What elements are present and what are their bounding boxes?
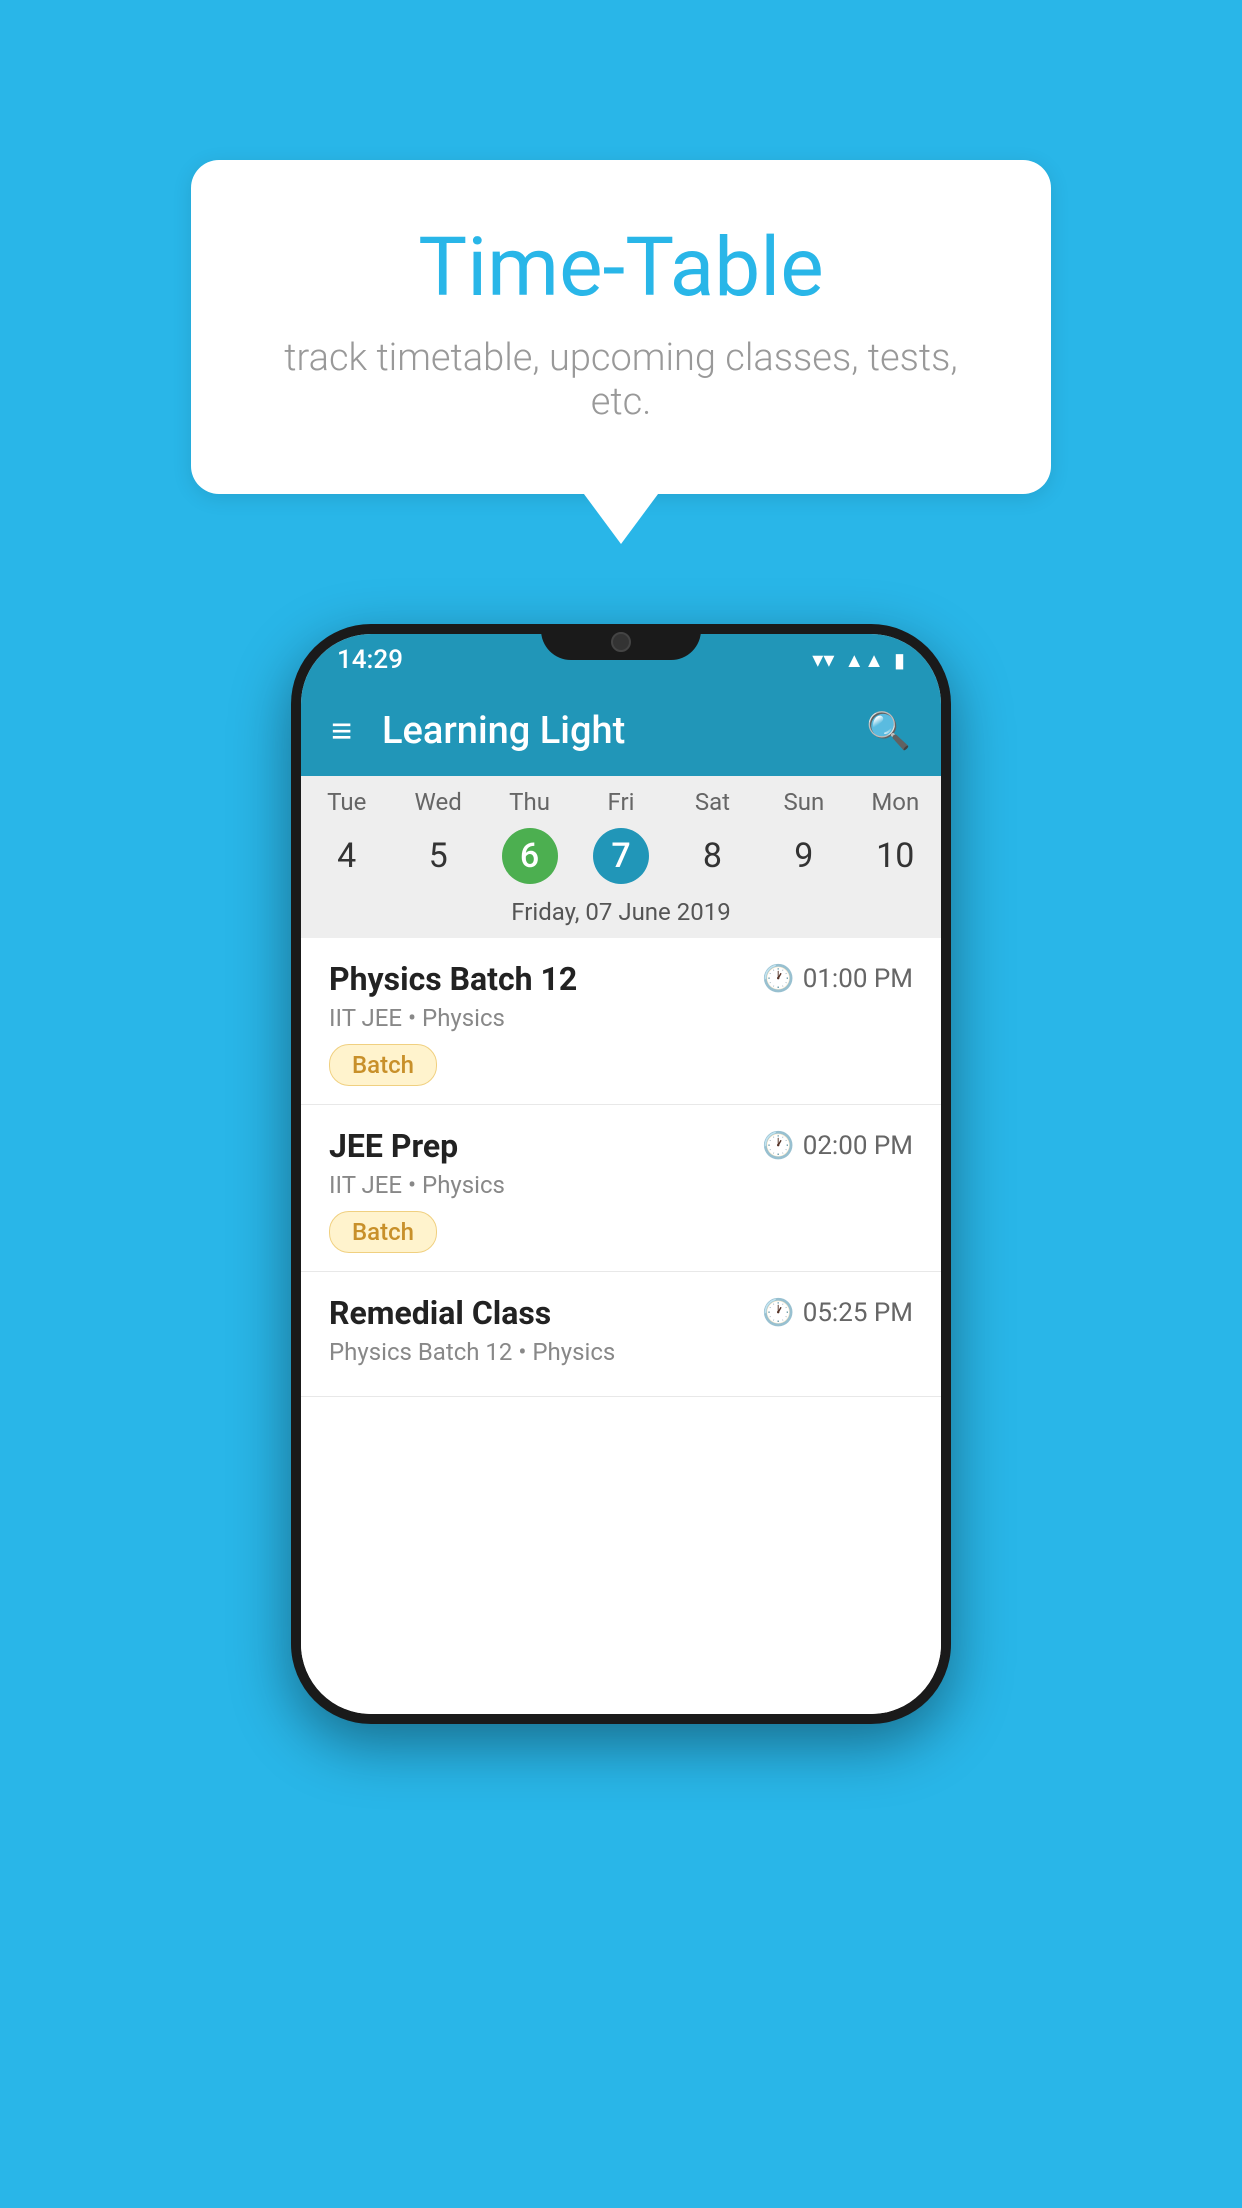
battery-icon: ▮ <box>894 648 905 672</box>
day-header-thu: Thu <box>484 788 575 816</box>
day-7[interactable]: 7 <box>575 822 666 890</box>
schedule-item-1-time-value: 01:00 PM <box>803 964 913 994</box>
bubble-title: Time-Table <box>271 220 971 316</box>
clock-icon-1: 🕐 <box>762 964 794 994</box>
app-bar: ≡ Learning Light 🔍 <box>301 686 941 776</box>
schedule-item-3-time: 🕐 05:25 PM <box>762 1298 913 1328</box>
day-4[interactable]: 4 <box>301 830 392 882</box>
day-header-mon: Mon <box>850 788 941 816</box>
wifi-icon: ▾▾ <box>812 648 834 673</box>
schedule-item-2-time: 🕐 02:00 PM <box>762 1131 913 1161</box>
schedule-item-remedial[interactable]: Remedial Class 🕐 05:25 PM Physics Batch … <box>301 1272 941 1397</box>
schedule-item-1-subtitle: IIT JEE • Physics <box>329 1004 913 1032</box>
phone-frame: 14:29 ▾▾ ▲▲ ▮ ≡ Learning Light 🔍 Tue Wed… <box>291 624 951 1724</box>
clock-icon-3: 🕐 <box>762 1298 794 1328</box>
phone-screen: 14:29 ▾▾ ▲▲ ▮ ≡ Learning Light 🔍 Tue Wed… <box>301 634 941 1714</box>
clock-icon-2: 🕐 <box>762 1131 794 1161</box>
bubble-subtitle: track timetable, upcoming classes, tests… <box>271 336 971 424</box>
today-circle[interactable]: 6 <box>502 828 558 884</box>
phone-notch <box>541 624 701 660</box>
schedule-item-1-title: Physics Batch 12 <box>329 960 577 998</box>
day-header-tue: Tue <box>301 788 392 816</box>
schedule-item-physics-batch-12[interactable]: Physics Batch 12 🕐 01:00 PM IIT JEE • Ph… <box>301 938 941 1105</box>
day-6[interactable]: 6 <box>484 822 575 890</box>
search-icon[interactable]: 🔍 <box>866 710 911 752</box>
day-header-sun: Sun <box>758 788 849 816</box>
phone-mockup: 14:29 ▾▾ ▲▲ ▮ ≡ Learning Light 🔍 Tue Wed… <box>291 624 951 1724</box>
schedule-item-jee-prep[interactable]: JEE Prep 🕐 02:00 PM IIT JEE • Physics Ba… <box>301 1105 941 1272</box>
day-header-wed: Wed <box>392 788 483 816</box>
signal-icon: ▲▲ <box>844 648 884 673</box>
day-9[interactable]: 9 <box>758 830 849 882</box>
schedule-item-1-header: Physics Batch 12 🕐 01:00 PM <box>329 960 913 998</box>
speech-bubble-card: Time-Table track timetable, upcoming cla… <box>191 160 1051 494</box>
selected-circle[interactable]: 7 <box>593 828 649 884</box>
day-numbers: 4 5 6 7 8 9 10 <box>301 822 941 890</box>
calendar-strip: Tue Wed Thu Fri Sat Sun Mon 4 5 6 7 <box>301 776 941 938</box>
schedule-item-2-time-value: 02:00 PM <box>803 1131 913 1161</box>
schedule-item-2-subtitle: IIT JEE • Physics <box>329 1171 913 1199</box>
schedule-item-3-header: Remedial Class 🕐 05:25 PM <box>329 1294 913 1332</box>
status-time: 14:29 <box>337 645 403 675</box>
day-headers: Tue Wed Thu Fri Sat Sun Mon <box>301 788 941 816</box>
day-10[interactable]: 10 <box>850 830 941 882</box>
schedule-item-3-time-value: 05:25 PM <box>803 1298 913 1328</box>
phone-camera <box>611 632 631 652</box>
batch-badge-2: Batch <box>329 1211 437 1253</box>
hamburger-icon[interactable]: ≡ <box>331 710 352 752</box>
day-header-sat: Sat <box>667 788 758 816</box>
day-8[interactable]: 8 <box>667 830 758 882</box>
schedule-item-2-header: JEE Prep 🕐 02:00 PM <box>329 1127 913 1165</box>
day-header-fri: Fri <box>575 788 666 816</box>
app-title: Learning Light <box>382 709 866 753</box>
day-5[interactable]: 5 <box>392 830 483 882</box>
schedule-item-2-title: JEE Prep <box>329 1127 458 1165</box>
selected-date-label: Friday, 07 June 2019 <box>301 890 941 930</box>
batch-badge-1: Batch <box>329 1044 437 1086</box>
schedule-list: Physics Batch 12 🕐 01:00 PM IIT JEE • Ph… <box>301 938 941 1714</box>
schedule-item-1-time: 🕐 01:00 PM <box>762 964 913 994</box>
status-icons: ▾▾ ▲▲ ▮ <box>812 648 905 673</box>
schedule-item-3-title: Remedial Class <box>329 1294 551 1332</box>
schedule-item-3-subtitle: Physics Batch 12 • Physics <box>329 1338 913 1366</box>
